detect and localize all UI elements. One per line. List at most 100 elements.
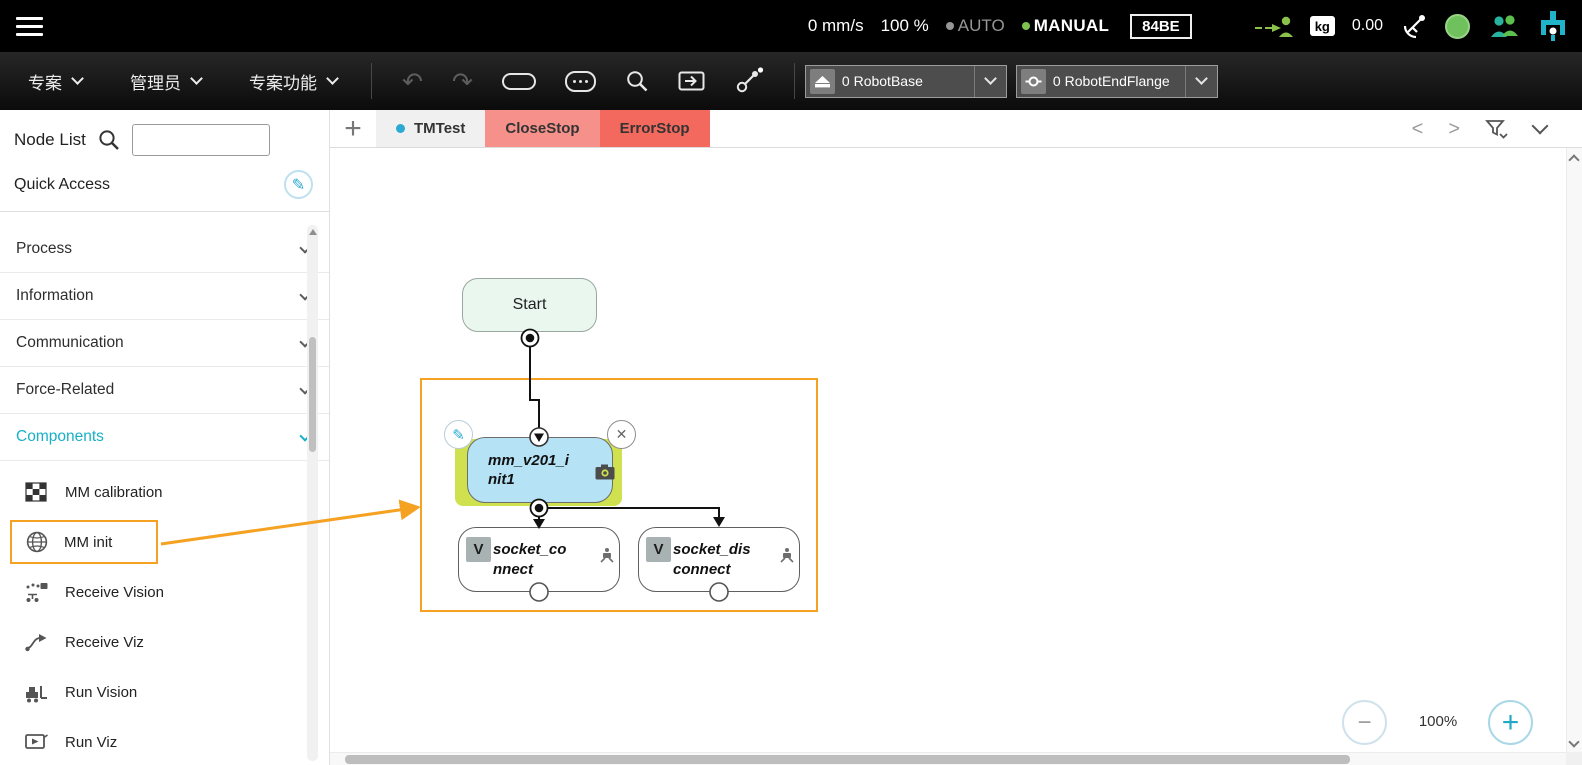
component-module-icon (598, 546, 616, 564)
receive-viz-icon (24, 632, 48, 652)
zoom-out-button[interactable]: − (1342, 700, 1387, 745)
edit-quick-access-button[interactable]: ✎ (284, 170, 313, 199)
comment-icon[interactable] (564, 70, 596, 92)
robot-base-dropdown[interactable]: 0 RobotBase (804, 64, 1007, 98)
manual-mode-indicator: MANUAL (1021, 16, 1109, 36)
divider (371, 63, 372, 99)
node-label: socket_disconnect (673, 541, 751, 578)
speed-readout: 0 mm/s (807, 16, 864, 35)
chevron-down-icon (1184, 65, 1217, 97)
auto-dot-icon (945, 22, 954, 30)
next-tab-button[interactable]: > (1448, 118, 1460, 141)
collapse-chevron-icon[interactable] (1531, 117, 1549, 135)
robot-end-flange-value: 0 RobotEndFlange (1052, 73, 1170, 89)
status-indicator[interactable] (1445, 13, 1470, 39)
payload-icon[interactable]: kg (1309, 16, 1335, 36)
chevron-down-icon (326, 72, 339, 85)
active-dot-icon (396, 124, 405, 133)
set-frame-icon[interactable] (678, 70, 705, 92)
start-node[interactable]: Start (462, 278, 597, 332)
zoom-level: 100% (1418, 713, 1458, 730)
run-vision-icon (24, 682, 48, 703)
menu-project-functions[interactable]: 专案功能 (225, 52, 361, 110)
zoom-in-button[interactable]: + (1488, 700, 1533, 745)
node-label: mm_v201_init1 (488, 451, 569, 489)
quick-access-label: Quick Access (14, 175, 111, 193)
scroll-down-icon[interactable] (1568, 736, 1580, 748)
section-communication[interactable]: Communication (0, 320, 329, 367)
chevron-down-icon (973, 65, 1006, 97)
socket-connect-out-connector[interactable] (529, 582, 549, 602)
add-tab-button[interactable]: + (330, 110, 376, 147)
manual-dot-icon (1021, 22, 1030, 30)
component-mm-calibration[interactable]: MM calibration (0, 467, 329, 517)
prev-tab-button[interactable]: < (1412, 118, 1424, 141)
users-icon[interactable] (1487, 13, 1521, 39)
sidebar-scrollbar[interactable] (307, 225, 318, 761)
robot-id-badge[interactable]: 84BE (1130, 13, 1192, 39)
scroll-up-icon[interactable] (308, 229, 317, 235)
mm-init-out-connector[interactable] (529, 498, 549, 518)
scrollbar-corner (1566, 752, 1582, 765)
end-module-icon[interactable] (1538, 10, 1568, 42)
undo-icon[interactable]: ↶ (402, 69, 423, 94)
connection-icon[interactable] (1400, 13, 1428, 39)
globe-icon (25, 531, 49, 553)
tab-errorstop[interactable]: ErrorStop (599, 110, 710, 147)
component-receive-vision[interactable]: Receive Vision (0, 567, 329, 617)
flow-tab-bar: + TMTest CloseStop ErrorStop < > (330, 110, 1582, 148)
redo-icon[interactable]: ↷ (452, 69, 473, 94)
search-icon[interactable] (97, 128, 121, 152)
variable-badge: V (646, 537, 671, 562)
toolbar-menus: 专案 管理员 专案功能 (4, 52, 361, 110)
flow-editor: + TMTest CloseStop ErrorStop < > Start m… (330, 110, 1582, 765)
chevron-down-icon (71, 72, 84, 85)
flow-canvas[interactable]: Start mm_v201_init1 V socket_connect V s… (330, 148, 1566, 752)
mm-init-in-connector[interactable] (529, 427, 549, 447)
speed-percent: 100 % (880, 16, 929, 35)
filter-icon[interactable] (1485, 119, 1509, 140)
section-information[interactable]: Information (0, 273, 329, 320)
run-viz-icon (24, 732, 48, 752)
start-out-connector[interactable] (520, 328, 540, 348)
component-receive-viz[interactable]: Receive Viz (0, 617, 329, 667)
tab-tmtest[interactable]: TMTest (376, 110, 486, 147)
search-icon[interactable] (625, 69, 649, 93)
auto-mode-indicator: AUTO (945, 16, 1005, 36)
scroll-up-icon[interactable] (1568, 154, 1580, 166)
flange-frame-icon (1020, 68, 1046, 94)
tab-closestop[interactable]: CloseStop (485, 110, 600, 147)
delete-node-button[interactable]: ✕ (607, 420, 636, 449)
chevron-down-icon (190, 72, 203, 85)
component-mm-init[interactable]: MM init (10, 520, 158, 564)
scrollbar-thumb[interactable] (345, 755, 1350, 764)
panel-title: Node List (14, 130, 86, 149)
canvas-vertical-scrollbar[interactable] (1566, 148, 1582, 752)
node-shape-icon[interactable] (501, 72, 536, 90)
menu-icon[interactable] (16, 16, 43, 36)
menu-project[interactable]: 专案 (4, 52, 106, 110)
payload-value: 0.00 (1351, 17, 1383, 34)
scrollbar-thumb[interactable] (309, 337, 316, 452)
robot-base-value: 0 RobotBase (841, 73, 923, 89)
mm-init-node[interactable]: mm_v201_init1 (467, 437, 613, 503)
get-user-icon[interactable] (1253, 13, 1293, 39)
section-components[interactable]: Components (0, 414, 329, 461)
project-toolbar: 专案 管理员 专案功能 ↶ ↷ 0 RobotBase 0 RobotEndFl… (0, 52, 1582, 110)
robot-point-icon[interactable] (734, 67, 764, 95)
section-process[interactable]: Process (0, 226, 329, 273)
menu-administrator[interactable]: 管理员 (106, 52, 225, 110)
canvas-horizontal-scrollbar[interactable] (330, 752, 1566, 765)
robot-end-flange-dropdown[interactable]: 0 RobotEndFlange (1015, 64, 1218, 98)
edit-node-button[interactable]: ✎ (444, 420, 473, 449)
section-force-related[interactable]: Force-Related (0, 367, 329, 414)
component-run-vision[interactable]: Run Vision (0, 667, 329, 717)
divider (793, 63, 795, 99)
vision-module-icon (595, 464, 615, 480)
base-frame-icon (809, 68, 835, 94)
socket-disconnect-out-connector[interactable] (709, 582, 729, 602)
node-search-input[interactable] (131, 124, 270, 156)
receive-vision-icon (24, 581, 48, 603)
component-run-viz[interactable]: Run Viz (0, 717, 329, 765)
calibration-grid-icon (24, 482, 48, 502)
